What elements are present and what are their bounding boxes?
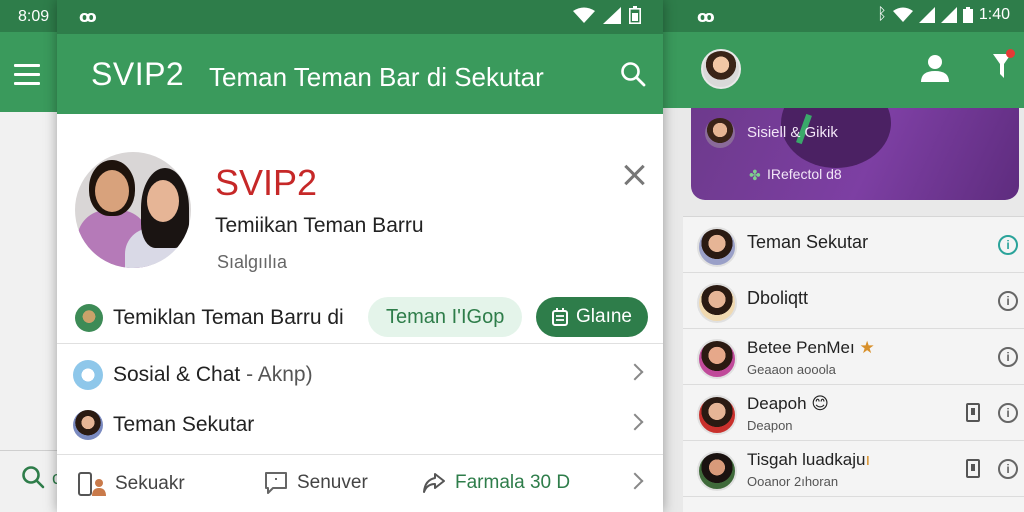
share-icon (423, 473, 445, 493)
android-notification-icon: ꝏ (697, 9, 715, 26)
avatar (705, 118, 735, 148)
wifi-icon (892, 7, 913, 22)
right-status-time: 1:40 (978, 6, 1010, 23)
leaf-icon: ✤ (749, 167, 761, 183)
battery-icon (629, 6, 641, 24)
contact-name: Betee PenMeı ★ (747, 338, 875, 357)
signal-icon (940, 7, 957, 23)
avatar (697, 283, 737, 323)
list-item[interactable]: Deapoh 😊 Deapon i (683, 385, 1024, 441)
contact-name: Tisgah luadkajuı (747, 450, 871, 469)
avatar[interactable] (701, 49, 741, 89)
wifi-icon (573, 7, 595, 23)
list-item-social-chat[interactable]: Sosial & Chat - Aknp) (57, 350, 663, 400)
suggestion-row: Temiklan Teman Barru di Teman I'IGop Gla… (57, 294, 663, 344)
promo-subtitle: IRefectol d8 (767, 166, 842, 182)
star-icon: ★ (859, 338, 875, 357)
list-item[interactable]: Teman Sekutar i (683, 217, 1024, 273)
smile-emoji-icon: 😊 (811, 394, 830, 413)
bottom-tab-bar: Sekuakr Senuver Farmala 30 D (57, 454, 663, 512)
avatar (697, 395, 737, 435)
chevron-right-icon[interactable] (626, 472, 644, 490)
battery-icon (962, 7, 973, 23)
signal-icon (603, 6, 621, 24)
info-icon[interactable]: i (998, 235, 1018, 255)
search-icon[interactable] (20, 464, 46, 490)
info-icon[interactable]: i (998, 291, 1018, 311)
filter-icon[interactable] (993, 49, 1015, 85)
profile-card: SVIP2 Temiikan Teman Barru Sıalgıılıa Te… (57, 114, 663, 512)
profile-title: SVIP2 (215, 162, 318, 203)
close-icon[interactable] (623, 164, 645, 186)
friend-chip[interactable]: Teman I'IGop (368, 297, 523, 337)
bluetooth-icon: ᛒ (877, 6, 887, 23)
suggestion-icon (75, 304, 103, 332)
social-chat-icon (73, 360, 103, 390)
list-item-label: Teman Sekutar (113, 413, 255, 436)
app-bar: SVIP2 Teman Teman Bar di Sekutar (57, 34, 663, 114)
avatar (697, 227, 737, 267)
right-background-screen: ꝏ ᛒ 1:40 Sisiell & Gikik ✤ IRefectol d8 (663, 0, 1024, 512)
info-icon[interactable]: i (998, 347, 1018, 367)
right-status-bar: ꝏ ᛒ 1:40 (663, 0, 1024, 32)
document-icon[interactable] (966, 459, 980, 478)
profile-meta: Sıalgıılıa (217, 252, 288, 272)
promo-banner[interactable]: Sisiell & Gikik ✤ IRefectol d8 (691, 108, 1019, 200)
document-icon[interactable] (966, 403, 980, 422)
contact-subtitle: Geaaon aooola (747, 362, 836, 377)
signal-icon (918, 7, 935, 23)
avatar (73, 410, 103, 440)
list-item-teman-sekutar[interactable]: Teman Sekutar (57, 400, 663, 450)
chevron-right-icon[interactable] (626, 413, 644, 431)
brand-logo[interactable]: SVIP2 (91, 56, 184, 93)
search-icon[interactable] (619, 60, 647, 88)
contact-subtitle: Deapon (747, 418, 793, 433)
contact-name: Teman Sekutar (747, 232, 869, 252)
tab-senuver[interactable]: Senuver (263, 471, 368, 495)
avatar (697, 339, 737, 379)
hamburger-icon[interactable] (14, 64, 40, 91)
suggestion-text: Temiklan Teman Barru di (113, 306, 344, 329)
chevron-right-icon[interactable] (626, 363, 644, 381)
list-item[interactable]: Betee PenMeı ★ Geaaon aooola i (683, 329, 1024, 385)
list-item[interactable]: Tisgah luadkajuı Ooanor 2ıhoran i (683, 441, 1024, 497)
android-notification-icon: ꝏ (79, 9, 97, 26)
page-title: Teman Teman Bar di Sekutar (209, 62, 544, 92)
main-phone-screen: ꝏ SVIP2 Teman Teman Bar di Sekutar SVIP2… (57, 0, 663, 512)
calendar-icon (552, 308, 568, 326)
list-item-label: Sosial & Chat - Aknp) (113, 363, 313, 386)
avatar[interactable] (75, 152, 191, 268)
chat-icon (265, 472, 287, 494)
contact-subtitle: Ooanor 2ıhoran (747, 474, 839, 489)
tab-farmala[interactable]: Farmala 30 D (421, 471, 570, 495)
avatar (697, 451, 737, 491)
left-status-time: 8:09 (18, 8, 50, 25)
tab-sekuakr[interactable]: Sekuakr (77, 471, 185, 497)
game-button[interactable]: Glaıne (536, 297, 648, 337)
notification-dot (1006, 49, 1015, 58)
person-icon[interactable] (919, 52, 951, 84)
contact-name: Dboliqtt (747, 288, 809, 308)
right-app-bar (663, 32, 1024, 108)
contact-name: Deapoh 😊 (747, 394, 830, 413)
right-contact-list: Teman Sekutar i Dboliqtt i Betee PenMeı … (683, 216, 1024, 512)
game-button-label: Glaıne (576, 306, 632, 327)
list-item[interactable]: Dboliqtt i (683, 273, 1024, 329)
profile-subtitle: Temiikan Teman Barru (215, 214, 424, 237)
people-icon (78, 472, 106, 496)
promo-title: Sisiell & Gikik (747, 124, 838, 141)
status-bar: ꝏ (57, 0, 663, 34)
info-icon[interactable]: i (998, 459, 1018, 479)
info-icon[interactable]: i (998, 403, 1018, 423)
